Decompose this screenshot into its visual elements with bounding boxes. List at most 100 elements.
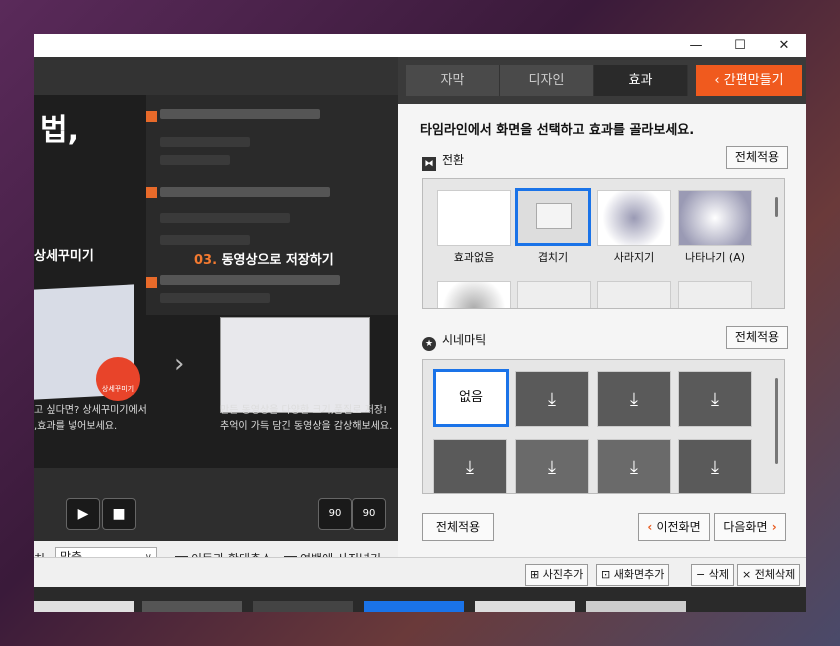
stop-button[interactable]: ■: [102, 498, 136, 530]
minimize-button[interactable]: —: [674, 34, 718, 57]
add-photo-button[interactable]: ⊞ 사진추가: [525, 564, 589, 586]
step-text-2: [160, 187, 330, 197]
transition-item[interactable]: [437, 281, 511, 308]
title-bar: — ☐ ✕: [34, 34, 806, 57]
cinematic-scrollbar[interactable]: [775, 378, 778, 464]
transition-label: 겹치기: [537, 251, 569, 264]
tab-design[interactable]: 디자인: [500, 65, 594, 96]
add-photo-icon: ⊞: [530, 568, 543, 581]
cinematic-item-gifts[interactable]: ⤓: [515, 439, 589, 493]
cinematic-item-balloons[interactable]: ⤓: [678, 439, 752, 493]
preview-subtitle: 상세꾸미기: [34, 249, 94, 264]
transition-section-title: ⧓ 전환: [422, 151, 464, 171]
play-button[interactable]: ▶: [66, 498, 100, 530]
timeline-thumb[interactable]: [142, 601, 242, 612]
timeline-thumb[interactable]: [34, 601, 134, 612]
download-icon: ⤓: [711, 389, 719, 410]
tab-bar: 자막 디자인 효과 ‹ 간편만들기: [398, 57, 806, 104]
timeline-thumb[interactable]: [475, 601, 575, 612]
download-icon: ⤓: [548, 457, 556, 478]
transition-apply-all-button[interactable]: 전체적용: [726, 146, 788, 169]
x-icon: ×: [742, 568, 755, 581]
effects-panel: 자막 디자인 효과 ‹ 간편만들기 타임라인에서 화면을 선택하고 효과를 골라…: [398, 57, 806, 557]
easy-make-label: 간편만들기: [723, 73, 784, 88]
cinematic-item-sparkle[interactable]: ⤓: [433, 439, 507, 493]
cinematic-item-hearts[interactable]: ⤓: [597, 371, 671, 427]
tab-subtitle[interactable]: 자막: [406, 65, 500, 96]
download-icon: ⤓: [711, 457, 719, 478]
preview-caption-right-1: 만든 동영상을 다양한 크기,품질로 저장!: [220, 405, 388, 416]
transition-grid: 효과없음 겹치기 사라지기 나타나기 (A): [422, 178, 785, 309]
panel-footer: 전체적용 ‹ 이전화면 다음화면 ›: [398, 513, 806, 557]
add-screen-icon: ⊡: [601, 568, 614, 581]
next-screen-button[interactable]: 다음화면 ›: [714, 513, 786, 541]
timeline-thumb[interactable]: [253, 601, 353, 612]
preview-steps-panel: [146, 95, 398, 315]
download-icon: ⤓: [548, 389, 556, 410]
cinematic-none[interactable]: 없음: [433, 369, 509, 427]
maximize-button[interactable]: ☐: [718, 34, 762, 57]
transition-label: 사라지기: [613, 251, 655, 264]
cinematic-title: 시네마틱: [442, 333, 487, 347]
cinematic-none-label: 없음: [459, 390, 483, 405]
chevron-left-icon: ‹: [714, 73, 724, 88]
cinematic-section-title: ★ 시네마틱: [422, 331, 486, 351]
timeline-thumb[interactable]: [586, 601, 686, 612]
preview-caption-left-2: ,효과를 넣어보세요.: [34, 421, 118, 432]
rotate-left-button[interactable]: 90: [318, 498, 352, 530]
cinematic-item-confetti[interactable]: ⤓: [597, 439, 671, 493]
step-text-1: [160, 109, 320, 119]
image-icon: [536, 203, 572, 229]
cinematic-apply-all-button[interactable]: 전체적용: [726, 326, 788, 349]
step3-text: 동영상으로 저장하기: [221, 253, 334, 268]
prev-screen-label: 이전화면: [656, 520, 701, 534]
step3-number: 03.: [194, 253, 218, 268]
preview-title: 법,: [40, 113, 79, 148]
transition-overlap[interactable]: [515, 188, 591, 246]
preview-image: 법, 상세꾸미기 03. 동영상으로 저장하기 상세꾸미기 › 고 싶다면? 상…: [34, 95, 398, 468]
transition-fade-in[interactable]: [678, 190, 752, 246]
step-option: [160, 213, 290, 223]
prev-screen-button[interactable]: ‹ 이전화면: [638, 513, 710, 541]
transition-label: 효과없음: [453, 251, 495, 264]
step-number: [146, 111, 157, 122]
timeline-thumb-selected[interactable]: [364, 601, 464, 612]
footer-apply-all-button[interactable]: 전체적용: [422, 513, 494, 541]
cinematic-item-snow[interactable]: ⤓: [678, 371, 752, 427]
tab-effects[interactable]: 효과: [594, 65, 688, 96]
star-icon: ★: [422, 337, 436, 351]
preview-badge: 상세꾸미기: [96, 357, 140, 401]
transition-item[interactable]: [597, 281, 671, 308]
preview-area: 법, 상세꾸미기 03. 동영상으로 저장하기 상세꾸미기 › 고 싶다면? 상…: [34, 57, 398, 580]
transition-title: 전환: [442, 153, 465, 167]
download-icon: ⤓: [466, 457, 474, 478]
transition-icon: ⧓: [422, 157, 436, 171]
transition-scrollbar[interactable]: [775, 197, 778, 217]
delete-all-button[interactable]: × 전체삭제: [737, 564, 801, 586]
instruction-text: 타임라인에서 화면을 선택하고 효과를 골라보세요.: [420, 123, 695, 138]
transition-fade-out[interactable]: [597, 190, 671, 246]
timeline-toolbar: ⊞ 사진추가 ⊡ 새화면추가 − 삭제 × 전체삭제: [34, 557, 806, 587]
preview-caption-left-1: 고 싶다면? 상세꾸미기에서: [34, 405, 147, 416]
preview-step3-caption: 03. 동영상으로 저장하기: [194, 249, 334, 268]
chevron-right-icon: ›: [767, 520, 777, 534]
step-option: [160, 293, 270, 303]
transition-none[interactable]: [437, 190, 511, 246]
rotate-right-button[interactable]: 90: [352, 498, 386, 530]
step-text-3: [160, 275, 340, 285]
close-button[interactable]: ✕: [762, 34, 806, 57]
cinematic-grid: 없음 ⤓ ⤓ ⤓ ⤓ ⤓ ⤓ ⤓: [422, 359, 785, 494]
delete-button[interactable]: − 삭제: [691, 564, 734, 586]
delete-all-label: 전체삭제: [754, 568, 796, 581]
transition-item[interactable]: [678, 281, 752, 308]
preview-header: [34, 57, 398, 95]
add-screen-button[interactable]: ⊡ 새화면추가: [596, 564, 670, 586]
transition-item[interactable]: [517, 281, 591, 308]
easy-make-button[interactable]: ‹ 간편만들기: [696, 65, 802, 96]
transition-label: 나타나기 (A): [684, 251, 746, 264]
add-photo-label: 사진추가: [542, 568, 584, 581]
minus-icon: −: [696, 568, 709, 581]
step-option: [160, 137, 250, 147]
step-number: [146, 187, 157, 198]
cinematic-item-bokeh[interactable]: ⤓: [515, 371, 589, 427]
